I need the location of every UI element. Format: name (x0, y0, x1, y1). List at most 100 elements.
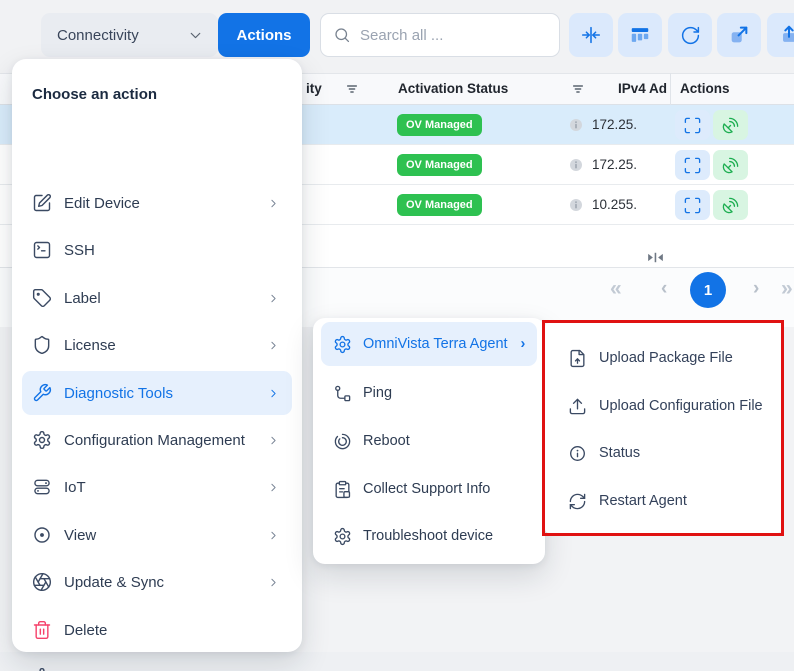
clipboard-icon (333, 480, 352, 499)
reboot-icon (333, 432, 352, 451)
terra-agent-submenu: Upload Package File Upload Configuration… (545, 323, 781, 533)
restart-icon (568, 492, 587, 511)
status-badge: OV Managed (397, 114, 482, 136)
refresh-button[interactable] (668, 13, 712, 57)
file-upload-icon (568, 349, 587, 368)
satellite-dish-icon (721, 156, 740, 175)
submenu-item-upload-configuration-file[interactable]: Upload Configuration File (555, 384, 771, 428)
app-screen: Connectivity Actions ity Activation Stat… (0, 0, 794, 671)
search-box[interactable] (320, 13, 560, 57)
ipv4-cell: 10.255. (540, 197, 637, 212)
status-badge: OV Managed (397, 194, 482, 216)
menu-item-iot[interactable]: IoT (22, 465, 292, 509)
menu-item-diagnostic-tools[interactable]: Diagnostic Tools (22, 371, 292, 415)
refresh-icon (680, 25, 701, 46)
iot-icon (32, 477, 52, 497)
expand-row-button[interactable] (675, 110, 710, 140)
shield-icon (32, 335, 52, 355)
gear-icon (32, 430, 52, 450)
submenu-expand-chevron: › (521, 336, 526, 352)
column-header-connectivity-partial[interactable]: ity (306, 73, 322, 105)
menu-item-delete[interactable]: Delete (22, 608, 292, 652)
column-header-actions: Actions (680, 73, 730, 105)
diagnostic-tools-submenu: OmniVista Terra Agent › Ping Reboot Coll… (313, 318, 545, 564)
pagination-first-button[interactable]: « (610, 277, 622, 301)
fit-columns-button[interactable] (569, 13, 613, 57)
pinned-column-divider-handle[interactable] (645, 251, 666, 264)
menu-item-label[interactable]: Label (22, 276, 292, 320)
menu-item-update-sync[interactable]: Update & Sync (22, 560, 292, 604)
filter-icon[interactable] (570, 81, 586, 97)
gear-icon (333, 527, 352, 546)
view-selector-dropdown[interactable]: Connectivity (41, 13, 218, 57)
expand-row-button[interactable] (675, 150, 710, 180)
upload-button[interactable] (767, 13, 794, 57)
trash-icon (32, 620, 52, 640)
expand-row-button[interactable] (675, 190, 710, 220)
menu-item-configuration-management[interactable]: Configuration Management (22, 418, 292, 462)
tag-icon (32, 288, 52, 308)
pagination-next-button[interactable]: › (753, 278, 759, 300)
column-header-activation-status[interactable]: Activation Status (398, 73, 508, 105)
search-icon (333, 26, 351, 44)
chevron-right-icon (267, 387, 280, 400)
submenu-item-reboot[interactable]: Reboot (321, 419, 537, 463)
gear-icon (333, 335, 352, 354)
gear-icon (32, 667, 52, 671)
chevron-right-icon (267, 292, 280, 305)
route-icon (333, 384, 352, 403)
satellite-dish-icon (721, 196, 740, 215)
info-icon (568, 444, 587, 463)
open-external-icon (728, 24, 750, 46)
menu-item-view[interactable]: View (22, 513, 292, 557)
menu-item-ssh[interactable]: SSH (22, 228, 292, 272)
submenu-item-troubleshoot-device[interactable]: Troubleshoot device (321, 514, 537, 558)
submenu-item-collect-support-info[interactable]: Collect Support Info (321, 467, 537, 511)
pagination-last-button[interactable]: » (781, 277, 793, 301)
pagination-prev-button[interactable]: ‹ (661, 278, 667, 300)
chevron-right-icon (267, 434, 280, 447)
search-input[interactable] (360, 27, 530, 44)
sync-aperture-icon (32, 572, 52, 592)
connectivity-test-button[interactable] (713, 150, 748, 180)
chevron-right-icon (267, 529, 280, 542)
ipv4-cell: 172.25. (540, 117, 637, 132)
view-icon (32, 525, 52, 545)
actions-button[interactable]: Actions (218, 13, 310, 57)
expand-icon (683, 116, 702, 135)
expand-icon (683, 196, 702, 215)
table-columns-icon (629, 24, 651, 46)
column-header-ipv4[interactable]: IPv4 Ad (618, 73, 668, 105)
connectivity-test-button[interactable] (713, 110, 748, 140)
actions-dropdown-menu: Choose an action Edit Device SSH Label L… (12, 59, 302, 652)
ipv4-cell: 172.25. (540, 157, 637, 172)
menu-item-configure-traps[interactable]: Configure Traps (22, 655, 292, 671)
fit-columns-icon (580, 24, 602, 46)
submenu-item-restart-agent[interactable]: Restart Agent (555, 479, 771, 523)
connectivity-test-button[interactable] (713, 190, 748, 220)
chevron-right-icon (267, 576, 280, 589)
status-badge: OV Managed (397, 154, 482, 176)
menu-item-edit-device[interactable]: Edit Device (22, 181, 292, 225)
satellite-dish-icon (721, 116, 740, 135)
filter-icon[interactable] (344, 81, 360, 97)
submenu-item-ping[interactable]: Ping (321, 371, 537, 415)
expand-icon (683, 156, 702, 175)
chevron-right-icon (267, 339, 280, 352)
chevron-right-icon (267, 197, 280, 210)
chevron-down-icon (187, 27, 204, 44)
submenu-item-omnivista-terra-agent[interactable]: OmniVista Terra Agent › (321, 322, 537, 366)
wrench-icon (32, 383, 52, 403)
upload-icon (778, 24, 794, 46)
terminal-icon (32, 240, 52, 260)
edit-device-icon (32, 193, 52, 213)
open-external-button[interactable] (717, 13, 761, 57)
submenu-item-upload-package-file[interactable]: Upload Package File (555, 336, 771, 380)
submenu-item-status[interactable]: Status (555, 431, 771, 475)
view-selector-label: Connectivity (57, 27, 187, 44)
menu-title: Choose an action (32, 86, 157, 103)
upload-icon (568, 397, 587, 416)
pagination-current-page[interactable]: 1 (690, 272, 726, 308)
table-columns-button[interactable] (618, 13, 662, 57)
menu-item-license[interactable]: License (22, 323, 292, 367)
